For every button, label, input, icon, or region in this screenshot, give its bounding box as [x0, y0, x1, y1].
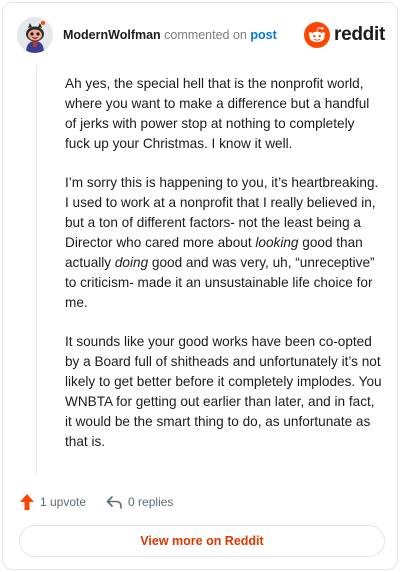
- byline-action-text: commented on: [164, 28, 247, 42]
- reddit-wordmark: reddit: [334, 24, 385, 45]
- upvote-arrow-icon: [20, 494, 34, 510]
- replies-button[interactable]: 0 replies: [106, 495, 173, 509]
- comment-paragraph-3: It sounds like your good works have been…: [65, 334, 382, 449]
- snoo-avatar-icon: [17, 17, 53, 53]
- comment-paragraph-1: Ah yes, the special hell that is the non…: [65, 76, 370, 151]
- user-avatar[interactable]: [17, 17, 53, 53]
- comment-actions: 1 upvote 0 replies: [19, 491, 193, 513]
- thread-line: [36, 65, 37, 475]
- upvote-count: 1 upvote: [40, 495, 87, 509]
- reply-arrow-icon: [106, 496, 122, 509]
- reddit-logo-icon: [304, 22, 331, 48]
- comment-embed-card: ModernWolfman commented on post reddit A…: [2, 2, 398, 570]
- view-more-button[interactable]: View more on Reddit: [19, 525, 385, 557]
- post-link[interactable]: post: [250, 28, 276, 42]
- replies-count: 0 replies: [128, 495, 174, 509]
- reddit-brand[interactable]: reddit: [304, 21, 385, 49]
- comment-byline: ModernWolfman commented on post: [63, 28, 277, 43]
- username-link[interactable]: ModernWolfman: [63, 28, 161, 42]
- comment-emphasis: looking: [255, 235, 299, 250]
- upvote-button[interactable]: 1 upvote: [19, 493, 86, 511]
- comment-body: Ah yes, the special hell that is the non…: [65, 74, 383, 471]
- comment-header: ModernWolfman commented on post reddit: [17, 17, 385, 53]
- comment-paragraph-2: I’m sorry this is happening to you, it’s…: [65, 173, 383, 313]
- comment-emphasis: doing: [114, 255, 149, 270]
